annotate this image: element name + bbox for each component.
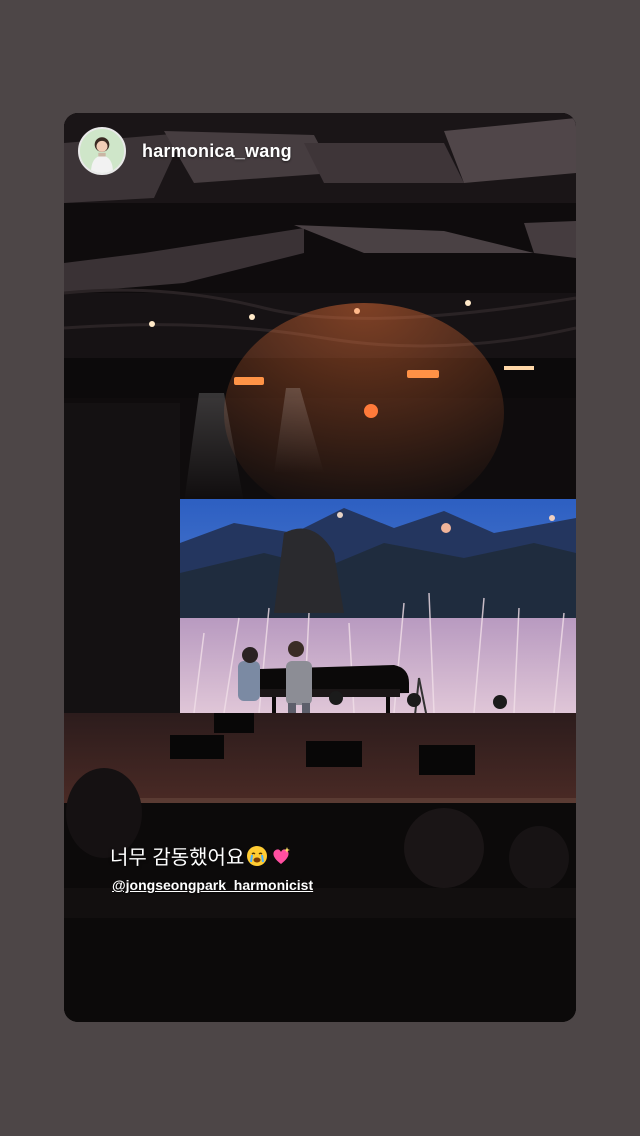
story-card[interactable]: harmonica_wang 너무 감동했어요 @jongseongpark_h… bbox=[64, 113, 576, 1022]
sparkling-heart-icon bbox=[270, 845, 292, 867]
username[interactable]: harmonica_wang bbox=[142, 141, 292, 162]
story-caption: 너무 감동했어요 bbox=[110, 841, 292, 870]
story-viewer: harmonica_wang 너무 감동했어요 @jongseongpark_h… bbox=[0, 0, 640, 1136]
story-header[interactable]: harmonica_wang bbox=[78, 127, 292, 175]
crying-face-icon bbox=[246, 845, 268, 867]
avatar[interactable] bbox=[78, 127, 126, 175]
caption-text: 너무 감동했어요 bbox=[110, 847, 245, 869]
mention-tag[interactable]: @jongseongpark_harmonicist bbox=[112, 877, 313, 893]
